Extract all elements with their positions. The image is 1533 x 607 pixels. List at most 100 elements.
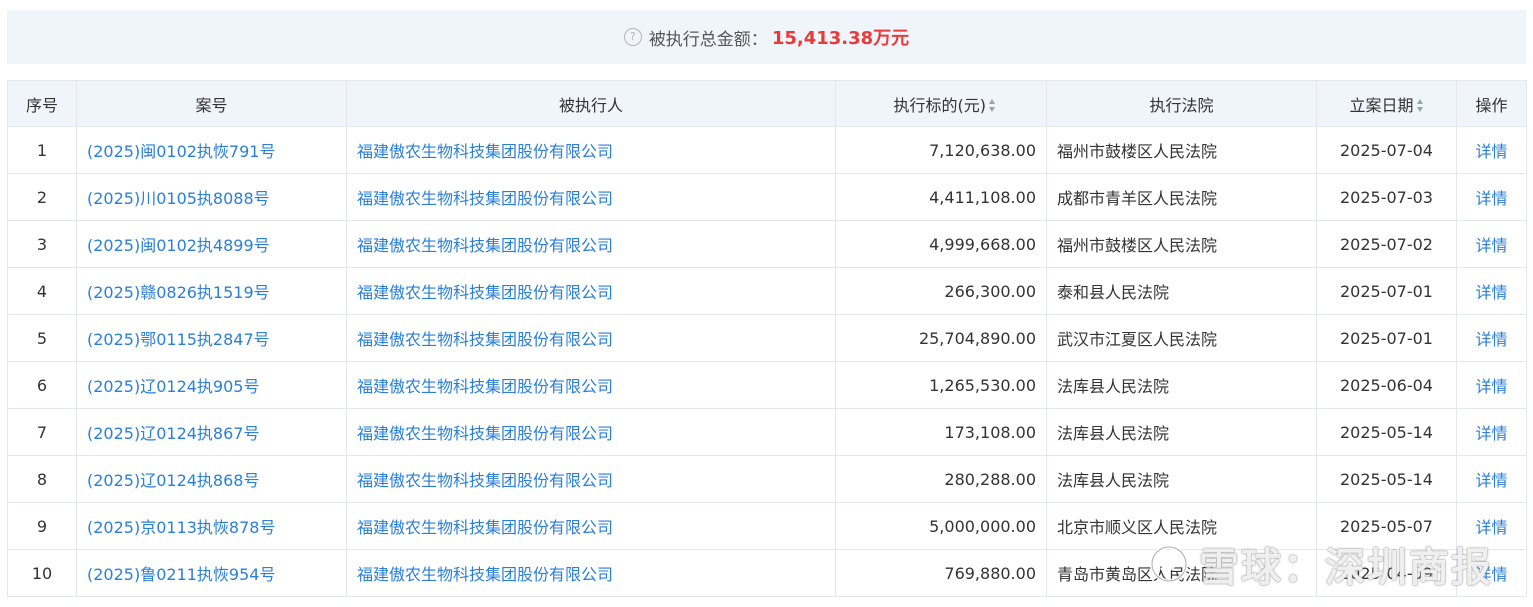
case-number-link[interactable]: (2025)京0113执恢878号 xyxy=(87,518,275,537)
amount-cell-cell: 1,265,530.00 xyxy=(835,361,1047,409)
party-link-cell: 福建傲农生物科技集团股份有限公司 xyxy=(346,267,836,315)
case-number-link-cell: (2025)鄂0115执2847号 xyxy=(76,314,347,362)
total-amount-label: 被执行总金额： xyxy=(648,29,768,50)
filing-date-cell-cell: 2025-07-04 xyxy=(1316,126,1457,174)
filing-date-cell: 2025-07-02 xyxy=(1340,234,1433,254)
case-number-link[interactable]: (2025)赣0826执1519号 xyxy=(87,283,270,302)
question-circle-icon[interactable]: ? xyxy=(623,28,642,46)
case-number-link[interactable]: (2025)鄂0115执2847号 xyxy=(87,330,270,349)
filing-date-cell: 2025-05-14 xyxy=(1340,422,1433,442)
amount-cell: 280,288.00 xyxy=(944,469,1036,489)
row-index: 7 xyxy=(36,422,48,442)
filing-date-cell-cell: 2025-07-02 xyxy=(1316,220,1457,268)
filing-date-cell-cell: 2025-07-01 xyxy=(1316,314,1457,362)
case-number-link[interactable]: (2025)辽0124执905号 xyxy=(87,377,259,396)
detail-link[interactable]: 详情 xyxy=(1475,142,1507,161)
detail-link-cell: 详情 xyxy=(1456,126,1527,174)
case-number-link[interactable]: (2025)闽0102执恢791号 xyxy=(87,142,275,161)
amount-cell-cell: 25,704,890.00 xyxy=(835,314,1047,362)
amount-cell: 4,999,668.00 xyxy=(929,234,1036,254)
case-number-link-cell: (2025)鲁0211执恢954号 xyxy=(76,549,347,597)
detail-link-cell: 详情 xyxy=(1456,549,1527,597)
header-court: 执行法院 xyxy=(1046,80,1317,127)
table-row: 7 (2025)辽0124执867号 福建傲农生物科技集团股份有限公司 173,108… xyxy=(7,408,1527,456)
party-link[interactable]: 福建傲农生物科技集团股份有限公司 xyxy=(357,189,613,208)
court-cell: 法库县人民法院 xyxy=(1057,424,1170,443)
party-link[interactable]: 福建傲农生物科技集团股份有限公司 xyxy=(357,142,613,161)
detail-link-cell: 详情 xyxy=(1456,502,1527,550)
court-cell: 法库县人民法院 xyxy=(1057,377,1170,396)
court-cell: 法库县人民法院 xyxy=(1057,471,1170,490)
court-cell-cell: 泰和县人民法院 xyxy=(1046,267,1317,315)
filing-date-cell: 2025-07-01 xyxy=(1340,281,1433,301)
court-cell: 青岛市黄岛区人民法院 xyxy=(1057,565,1218,584)
detail-link[interactable]: 详情 xyxy=(1475,377,1507,396)
row-index: 5 xyxy=(36,328,48,348)
court-cell-cell: 福州市鼓楼区人民法院 xyxy=(1046,220,1317,268)
detail-link-cell: 详情 xyxy=(1456,455,1527,503)
amount-cell: 769,880.00 xyxy=(944,563,1036,583)
party-link[interactable]: 福建傲农生物科技集团股份有限公司 xyxy=(357,471,613,490)
party-link[interactable]: 福建傲农生物科技集团股份有限公司 xyxy=(357,424,613,443)
filing-date-cell-cell: 2025-04-09 xyxy=(1316,549,1457,597)
row-index: 8 xyxy=(36,469,48,489)
party-link[interactable]: 福建傲农生物科技集团股份有限公司 xyxy=(357,377,613,396)
table-row: 9 (2025)京0113执恢878号 福建傲农生物科技集团股份有限公司 5,000,… xyxy=(7,502,1527,550)
case-number-link[interactable]: (2025)辽0124执867号 xyxy=(87,424,259,443)
party-link[interactable]: 福建傲农生物科技集团股份有限公司 xyxy=(357,330,613,349)
case-number-link[interactable]: (2025)鲁0211执恢954号 xyxy=(87,565,275,584)
court-cell: 福州市鼓楼区人民法院 xyxy=(1057,142,1218,161)
amount-cell: 173,108.00 xyxy=(944,422,1036,442)
row-index: 6 xyxy=(36,375,48,395)
filing-date-cell: 2025-06-04 xyxy=(1340,375,1433,395)
amount-cell-cell: 280,288.00 xyxy=(835,455,1047,503)
detail-link[interactable]: 详情 xyxy=(1475,189,1507,208)
case-number-link-cell: (2025)闽0102执恢791号 xyxy=(76,126,347,174)
row-index-cell: 5 xyxy=(7,314,77,362)
detail-link[interactable]: 详情 xyxy=(1475,565,1507,584)
court-cell-cell: 法库县人民法院 xyxy=(1046,408,1317,456)
header-amount[interactable]: 执行标的(元) xyxy=(835,80,1047,127)
row-index: 3 xyxy=(36,234,48,254)
detail-link[interactable]: 详情 xyxy=(1475,518,1507,537)
filing-date-cell-cell: 2025-07-03 xyxy=(1316,173,1457,221)
header-index: 序号 xyxy=(7,80,77,127)
detail-link-cell: 详情 xyxy=(1456,361,1527,409)
detail-link[interactable]: 详情 xyxy=(1475,283,1507,302)
detail-link-cell: 详情 xyxy=(1456,408,1527,456)
amount-cell: 25,704,890.00 xyxy=(918,328,1036,348)
sort-icon[interactable] xyxy=(1416,99,1424,113)
party-link-cell: 福建傲农生物科技集团股份有限公司 xyxy=(346,173,836,221)
table-row: 3 (2025)闽0102执4899号 福建傲农生物科技集团股份有限公司 4,999,… xyxy=(7,220,1527,268)
party-link[interactable]: 福建傲农生物科技集团股份有限公司 xyxy=(357,236,613,255)
detail-link[interactable]: 详情 xyxy=(1475,236,1507,255)
detail-link[interactable]: 详情 xyxy=(1475,330,1507,349)
party-link-cell: 福建傲农生物科技集团股份有限公司 xyxy=(346,455,836,503)
detail-link-cell: 详情 xyxy=(1456,173,1527,221)
header-action: 操作 xyxy=(1456,80,1527,127)
sort-icon[interactable] xyxy=(989,99,996,113)
table-row: 10 (2025)鲁0211执恢954号 福建傲农生物科技集团股份有限公司 769,8… xyxy=(7,549,1527,597)
amount-cell-cell: 5,000,000.00 xyxy=(835,502,1047,550)
party-link[interactable]: 福建傲农生物科技集团股份有限公司 xyxy=(357,518,613,537)
filing-date-cell: 2025-07-01 xyxy=(1340,328,1433,348)
party-link[interactable]: 福建傲农生物科技集团股份有限公司 xyxy=(357,283,613,302)
amount-cell-cell: 4,411,108.00 xyxy=(835,173,1047,221)
court-cell-cell: 青岛市黄岛区人民法院 xyxy=(1046,549,1317,597)
detail-link[interactable]: 详情 xyxy=(1475,424,1507,443)
case-number-link[interactable]: (2025)辽0124执868号 xyxy=(87,471,259,490)
case-number-link[interactable]: (2025)川0105执8088号 xyxy=(87,189,270,208)
court-cell-cell: 武汉市江夏区人民法院 xyxy=(1046,314,1317,362)
header-party: 被执行人 xyxy=(346,80,836,127)
case-number-link[interactable]: (2025)闽0102执4899号 xyxy=(87,236,270,255)
header-date[interactable]: 立案日期 xyxy=(1316,80,1457,127)
party-link[interactable]: 福建傲农生物科技集团股份有限公司 xyxy=(357,565,613,584)
filing-date-cell: 2025-07-04 xyxy=(1340,140,1433,160)
detail-link[interactable]: 详情 xyxy=(1475,471,1507,490)
row-index-cell: 8 xyxy=(7,455,77,503)
party-link-cell: 福建傲农生物科技集团股份有限公司 xyxy=(346,220,836,268)
row-index-cell: 7 xyxy=(7,408,77,456)
table-row: 5 (2025)鄂0115执2847号 福建傲农生物科技集团股份有限公司 25,704… xyxy=(7,314,1527,362)
court-cell-cell: 法库县人民法院 xyxy=(1046,455,1317,503)
court-cell-cell: 北京市顺义区人民法院 xyxy=(1046,502,1317,550)
